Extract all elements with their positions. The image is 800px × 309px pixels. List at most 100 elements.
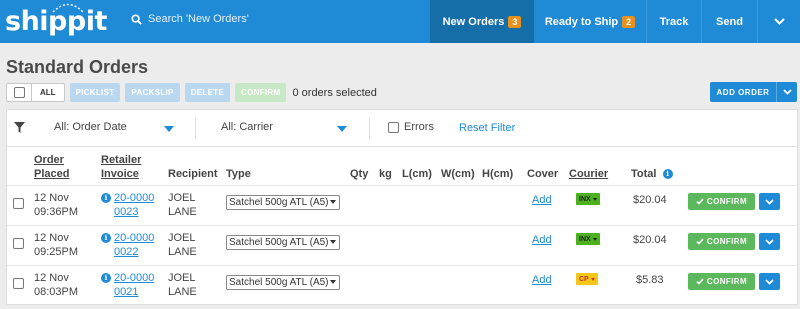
col-order-placed-line1: Order — [34, 154, 64, 166]
selected-count-text: 0 orders selected — [292, 86, 377, 99]
col-courier[interactable]: Courier — [569, 167, 608, 181]
info-icon[interactable]: i — [101, 273, 111, 284]
order-date: 12 Nov — [34, 232, 69, 244]
confirm-button[interactable]: CONFIRM — [688, 193, 755, 210]
col-total-label: Total — [631, 168, 657, 180]
courier-badge[interactable]: INX — [576, 193, 600, 205]
nav-track-label: Track — [659, 15, 689, 28]
col-order-placed[interactable]: Order Placed — [34, 153, 69, 181]
nav-new-orders[interactable]: New Orders 3 — [430, 0, 534, 43]
col-cover: Cover — [527, 168, 559, 180]
invoice-link[interactable]: 20-0000 — [114, 272, 154, 284]
total-value: $20.04 — [633, 234, 667, 246]
info-icon[interactable]: i — [101, 233, 111, 244]
invoice-link[interactable]: 0023 — [114, 206, 138, 218]
order-time: 09:25PM — [34, 246, 79, 258]
nav-send[interactable]: Send — [702, 0, 757, 43]
add-order-button[interactable]: ADD ORDER — [710, 82, 797, 102]
search-bar[interactable]: Search 'New Orders' — [131, 13, 249, 25]
errors-filter[interactable]: Errors — [388, 121, 434, 133]
delete-button[interactable]: DELETE — [184, 83, 231, 102]
cover-add-link[interactable]: Add — [532, 234, 552, 246]
filter-icon — [14, 122, 25, 133]
select-all-label[interactable]: ALL — [32, 88, 64, 97]
chevron-down-icon — [590, 277, 595, 281]
nav-more-menu[interactable] — [758, 0, 800, 43]
courier-label: INX — [579, 235, 591, 243]
col-retailer-invoice-line2: Invoice — [101, 168, 139, 180]
invoice-cell[interactable]: i 20-0000 0023 — [101, 191, 154, 219]
table-row: 12 Nov 09:25PM i 20-0000 0022 JOEL LANE S… — [7, 225, 797, 264]
row-actions-dropdown[interactable] — [759, 273, 780, 290]
select-all-control[interactable]: ALL — [6, 83, 65, 102]
recipient-last-name: LANE — [168, 286, 197, 298]
row-actions-dropdown[interactable] — [759, 233, 780, 250]
invoice-link[interactable]: 0022 — [114, 246, 138, 258]
invoice-link[interactable]: 0021 — [114, 286, 138, 298]
filter-bar: All: Order Date All: Carrier Errors Rese… — [7, 110, 797, 147]
col-width: W(cm) — [441, 168, 475, 180]
carrier-filter[interactable]: All: Carrier — [221, 121, 273, 133]
recipient-last-name: LANE — [168, 246, 197, 258]
row-actions-dropdown[interactable] — [759, 193, 780, 210]
order-placed-cell: 12 Nov 09:25PM — [34, 231, 78, 259]
recipient-cell: JOEL LANE — [168, 271, 197, 299]
recipient-cell: JOEL LANE — [168, 191, 197, 219]
row-checkbox[interactable] — [13, 198, 24, 209]
type-select[interactable]: Satchel 500g ATL (A5) — [226, 235, 340, 250]
invoice-link[interactable]: 20-0000 — [114, 192, 154, 204]
col-recipient: Recipient — [168, 168, 218, 180]
chevron-down-icon — [773, 18, 785, 25]
row-checkbox[interactable] — [13, 238, 24, 249]
row-checkbox[interactable] — [13, 278, 24, 289]
info-icon[interactable]: i — [101, 193, 111, 204]
col-length: L(cm) — [402, 168, 432, 180]
total-value: $5.83 — [636, 274, 664, 286]
search-input[interactable]: Search 'New Orders' — [148, 13, 249, 25]
type-select[interactable]: Satchel 500g ATL (A5) — [226, 195, 340, 210]
courier-label: INX — [579, 195, 591, 203]
chevron-down-icon — [330, 240, 336, 244]
nav-ready-to-ship-label: Ready to Ship — [544, 15, 619, 28]
chevron-down-icon — [330, 200, 336, 204]
ready-to-ship-count-badge: 2 — [622, 15, 636, 28]
picklist-button[interactable]: PICKLIST — [69, 83, 121, 102]
order-placed-cell: 12 Nov 09:36PM — [34, 191, 78, 219]
type-select[interactable]: Satchel 500g ATL (A5) — [226, 275, 340, 290]
recipient-first-name: JOEL — [168, 192, 196, 204]
check-icon — [696, 238, 704, 245]
confirm-button[interactable]: CONFIRM — [688, 233, 755, 250]
cover-add-link[interactable]: Add — [532, 274, 552, 286]
order-date: 12 Nov — [34, 272, 69, 284]
logo-arc-icon — [52, 3, 84, 13]
chevron-down-icon[interactable] — [337, 126, 347, 132]
errors-checkbox[interactable] — [388, 121, 399, 133]
orders-panel: All: Order Date All: Carrier Errors Rese… — [6, 109, 798, 305]
select-all-checkbox[interactable] — [7, 84, 32, 101]
reset-filter-link[interactable]: Reset Filter — [459, 122, 515, 134]
invoice-cell[interactable]: i 20-0000 0021 — [101, 271, 154, 299]
courier-badge[interactable]: INX — [576, 233, 600, 245]
nav-new-orders-label: New Orders — [442, 15, 505, 28]
chevron-down-icon[interactable] — [164, 126, 174, 132]
cover-add-link[interactable]: Add — [532, 194, 552, 206]
add-order-dropdown[interactable] — [776, 82, 797, 102]
invoice-link[interactable]: 20-0000 — [114, 232, 154, 244]
filter-divider — [369, 118, 370, 139]
courier-badge[interactable]: CP — [576, 273, 598, 285]
bulk-confirm-button[interactable]: CONFIRM — [235, 83, 287, 102]
order-date-filter[interactable]: All: Order Date — [54, 121, 127, 133]
invoice-cell[interactable]: i 20-0000 0022 — [101, 231, 154, 259]
top-navbar: shippit Search 'New Orders' New Orders 3… — [0, 0, 800, 43]
packslip-button[interactable]: PACKSLIP — [125, 83, 180, 102]
recipient-cell: JOEL LANE — [168, 231, 197, 259]
confirm-button[interactable]: CONFIRM — [688, 273, 755, 290]
nav-track[interactable]: Track — [647, 0, 701, 43]
chevron-down-icon — [765, 278, 774, 285]
nav-ready-to-ship[interactable]: Ready to Ship 2 — [534, 0, 646, 43]
shippit-logo[interactable]: shippit — [5, 3, 107, 38]
col-retailer-invoice[interactable]: Retailer Invoice — [101, 153, 141, 181]
col-total: Total i — [631, 167, 676, 181]
courier-label: CP — [579, 275, 589, 283]
info-icon[interactable]: i — [662, 169, 673, 180]
